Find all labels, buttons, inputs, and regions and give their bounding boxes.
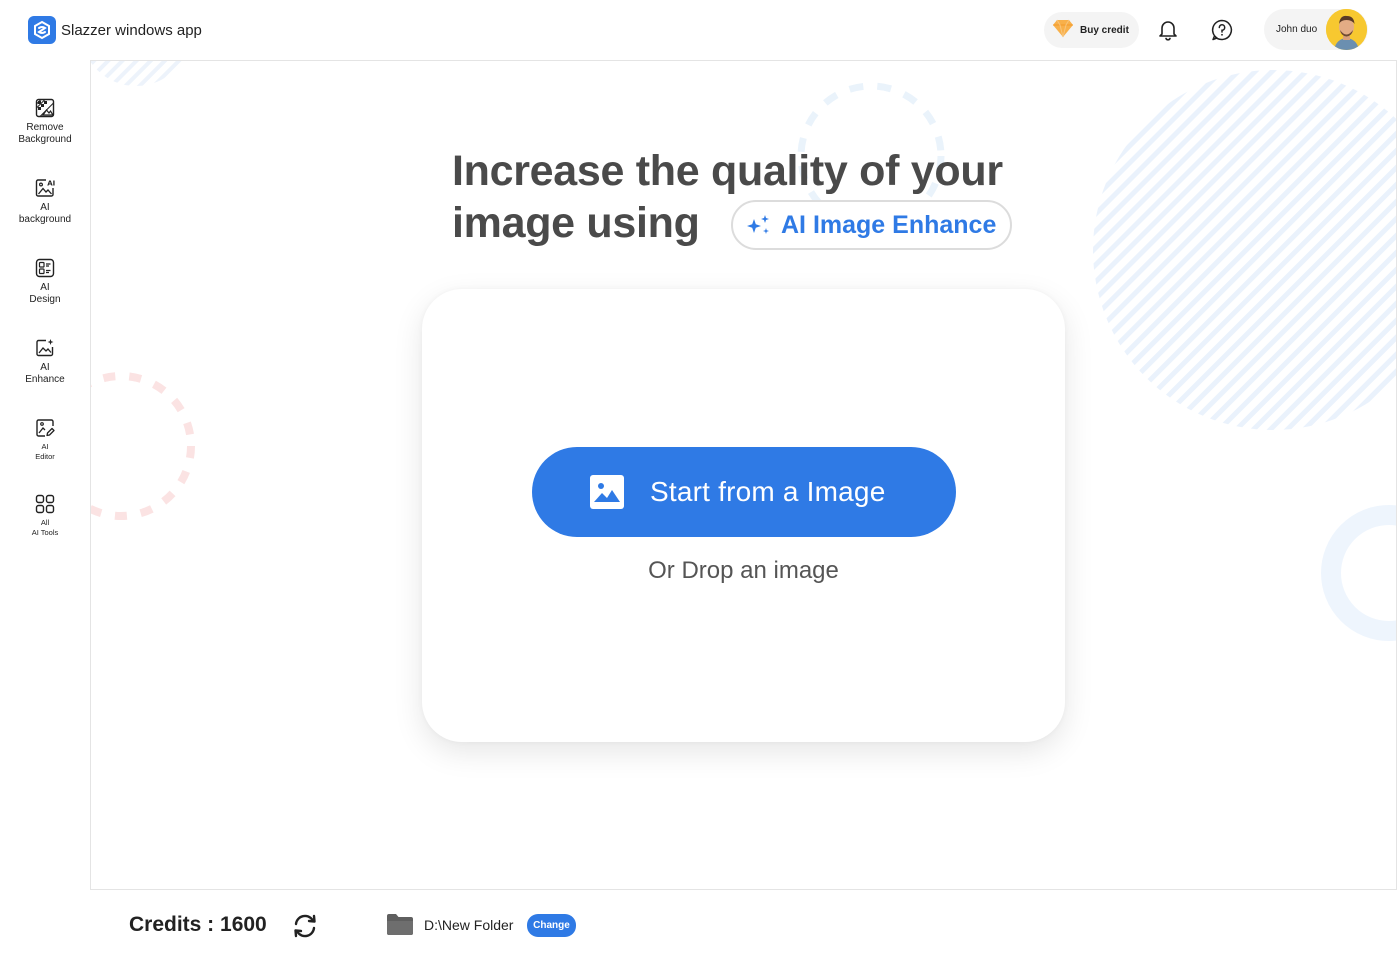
ai-image-enhance-label: AI Image Enhance (781, 210, 997, 239)
sidebar-item-ai-background[interactable]: AI AI background (0, 178, 90, 226)
svg-text:AI: AI (47, 180, 55, 188)
footer-bar: Credits : 1600 D:\New Folder Change (0, 890, 1397, 960)
upload-dropzone[interactable]: Start from a Image Or Drop an image (422, 289, 1065, 742)
sidebar-item-ai-design[interactable]: AI Design (0, 258, 90, 306)
sidebar-item-label: AI Editor (35, 442, 55, 461)
top-bar: Slazzer windows app Buy credit John duo (0, 0, 1397, 60)
sidebar-item-label: AI Design (29, 282, 61, 305)
remove-background-icon (35, 98, 55, 118)
ai-design-icon (35, 258, 55, 278)
sidebar-item-remove-background[interactable]: Remove Background (0, 98, 90, 146)
sidebar-item-all-ai-tools[interactable]: All AI Tools (0, 494, 90, 538)
drop-image-hint: Or Drop an image (648, 557, 839, 584)
notification-bell-icon[interactable] (1155, 17, 1181, 43)
app-title: Slazzer windows app (61, 22, 202, 39)
ai-image-enhance-badge: AI Image Enhance (731, 200, 1012, 250)
sidebar-item-label: All AI Tools (31, 518, 59, 537)
slazzer-logo-icon (28, 16, 56, 44)
change-folder-button[interactable]: Change (527, 914, 576, 937)
sidebar-item-label: Remove Background (18, 122, 72, 145)
ai-editor-icon (36, 419, 55, 437)
sidebar-item-label: AI Enhance (25, 362, 65, 385)
start-from-image-label: Start from a Image (650, 476, 886, 507)
buy-credit-label: Buy credit (1080, 24, 1129, 36)
help-icon[interactable] (1209, 17, 1235, 43)
sidebar-item-label: AI background (18, 202, 72, 225)
sidebar-item-ai-editor[interactable]: AI Editor (0, 418, 90, 462)
main-panel: Increase the quality of your image using… (90, 60, 1397, 890)
start-from-image-button[interactable]: Start from a Image (532, 447, 956, 537)
user-profile-button[interactable]: John duo (1264, 9, 1368, 50)
ai-background-icon: AI (35, 179, 55, 197)
ai-enhance-icon (36, 339, 54, 357)
sidebar-item-ai-enhance[interactable]: AI Enhance (0, 338, 90, 386)
all-ai-tools-icon (35, 494, 55, 514)
user-name: John duo (1276, 24, 1318, 35)
credits-counter: Credits : 1600 (129, 913, 267, 936)
sparkle-icon (747, 215, 769, 234)
refresh-icon[interactable] (291, 912, 319, 940)
image-icon (590, 475, 624, 509)
diamond-icon (1052, 18, 1074, 43)
folder-icon (386, 912, 414, 941)
output-folder-path: D:\New Folder (424, 917, 514, 933)
app-window: Slazzer windows app Buy credit John duo … (0, 0, 1397, 960)
sidebar: Remove Background AI AI background AI De… (0, 60, 90, 890)
avatar (1326, 9, 1367, 50)
buy-credit-button[interactable]: Buy credit (1044, 12, 1139, 48)
